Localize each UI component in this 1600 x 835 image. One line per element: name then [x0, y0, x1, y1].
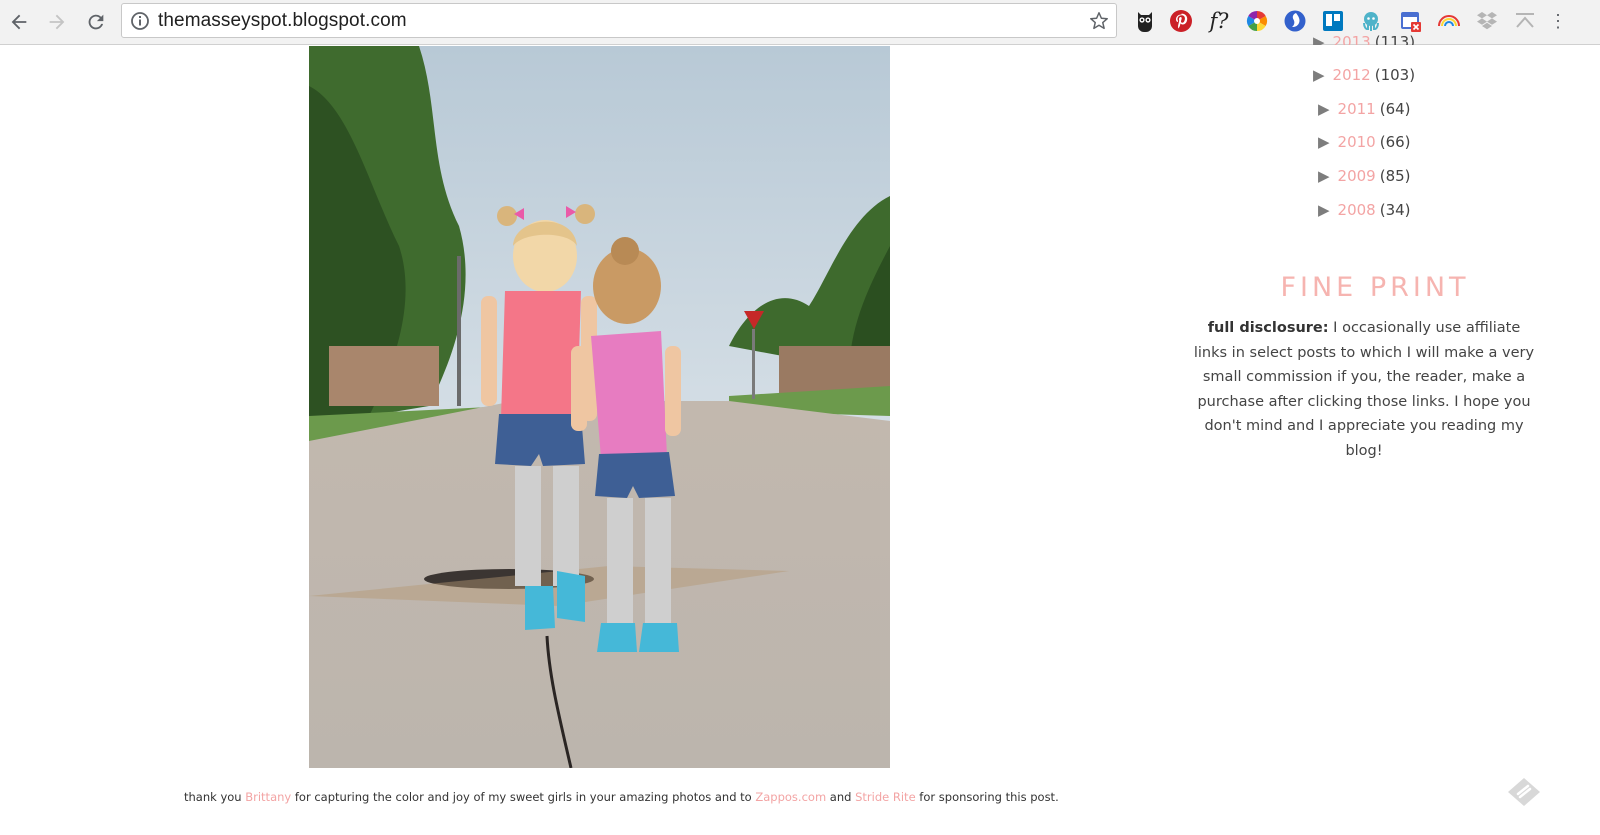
archive-row-2011[interactable]: ▶ 2011 (64) [1318, 100, 1411, 122]
archive-row-2010[interactable]: ▶ 2010 (66) [1318, 133, 1411, 155]
octopus-icon[interactable] [1358, 8, 1384, 34]
archive-row-2013[interactable]: ▶ 2013 (113) [1313, 33, 1415, 45]
address-bar[interactable]: themasseyspot.blogspot.com [121, 3, 1117, 38]
trello-icon[interactable] [1320, 8, 1346, 34]
caption-text-3: and [826, 790, 856, 804]
url-text[interactable]: themasseyspot.blogspot.com [158, 10, 407, 32]
menu-icon[interactable]: ⋮ [1549, 8, 1567, 34]
reload-icon [88, 14, 104, 30]
disclosure-label: full disclosure: [1207, 320, 1329, 336]
expand-triangle-icon[interactable]: ▶ [1313, 66, 1325, 84]
link-zappos[interactable]: Zappos.com [755, 790, 826, 804]
caption-text-2: for capturing the color and joy of my sw… [291, 790, 756, 804]
expand-triangle-icon[interactable]: ▶ [1318, 167, 1330, 185]
archive-row-2008[interactable]: ▶ 2008 (34) [1318, 201, 1411, 223]
reload-button[interactable] [81, 7, 111, 37]
whatfont-icon[interactable]: f? [1206, 8, 1232, 34]
info-icon[interactable] [130, 11, 150, 31]
expand-triangle-icon[interactable]: ▶ [1313, 33, 1325, 45]
expand-triangle-icon[interactable]: ▶ [1318, 100, 1330, 118]
back-button[interactable] [4, 7, 34, 37]
color-wheel-icon[interactable] [1244, 8, 1270, 34]
fine-print-text: full disclosure: I occasionally use affi… [1190, 316, 1538, 463]
post-photo [309, 46, 890, 768]
calendar-icon[interactable] [1398, 8, 1424, 34]
archive-row-2009[interactable]: ▶ 2009 (85) [1318, 167, 1411, 189]
forward-arrow-icon [49, 14, 65, 30]
link-brittany[interactable]: Brittany [245, 790, 291, 804]
dropbox-icon[interactable] [1474, 8, 1500, 34]
caption-text-4: for sponsoring this post. [915, 790, 1059, 804]
rainbow-icon[interactable] [1436, 8, 1462, 34]
scroll-badge-icon[interactable] [1506, 776, 1542, 808]
back-arrow-icon [11, 14, 27, 30]
forward-button[interactable] [42, 7, 72, 37]
expand-triangle-icon[interactable]: ▶ [1318, 201, 1330, 219]
extension-icon[interactable] [1512, 8, 1538, 34]
disclosure-text: I occasionally use affiliate links in se… [1193, 320, 1535, 459]
owl-icon[interactable] [1132, 8, 1158, 34]
caption-text-1: thank you [184, 790, 246, 804]
post-caption: thank you Brittany for capturing the col… [184, 790, 1059, 804]
archive-row-2012[interactable]: ▶ 2012 (103) [1313, 66, 1415, 88]
pinterest-icon[interactable] [1168, 8, 1194, 34]
expand-triangle-icon[interactable]: ▶ [1318, 133, 1330, 151]
bookmark-star-icon[interactable] [1088, 10, 1110, 32]
simplenote-icon[interactable] [1282, 8, 1308, 34]
link-stride-rite[interactable]: Stride Rite [855, 790, 916, 804]
photo-image [309, 46, 890, 768]
fine-print-heading: FINE PRINT [1280, 272, 1470, 303]
